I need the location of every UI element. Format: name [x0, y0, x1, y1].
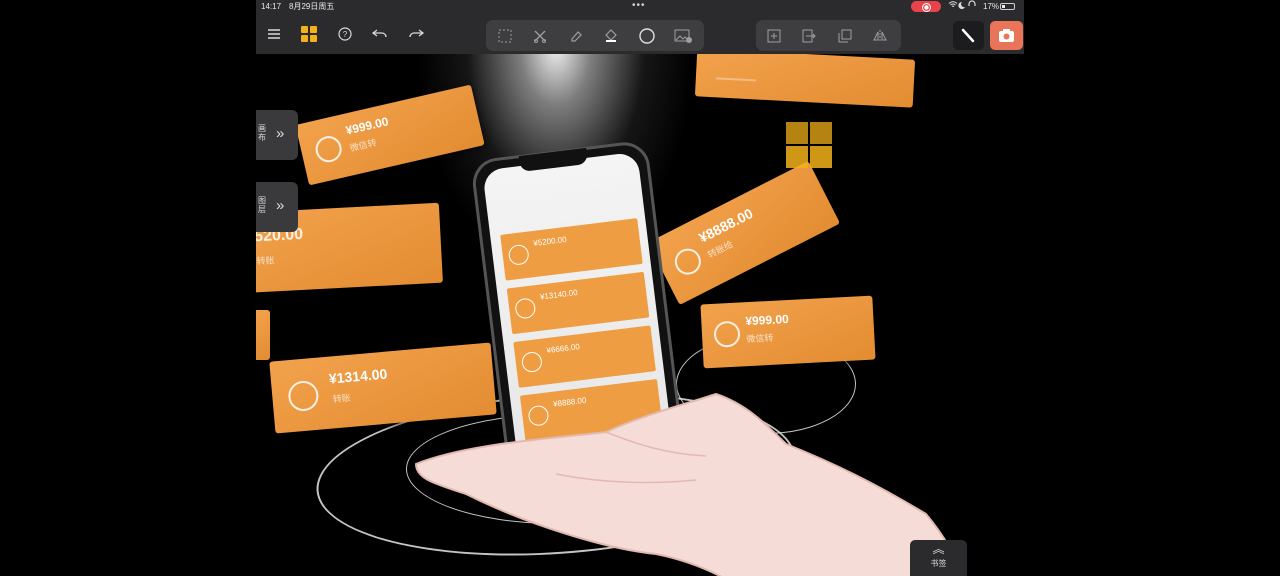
tool-group-page	[756, 20, 901, 51]
system-icons	[948, 0, 978, 13]
chevron-up-icon: ︽	[932, 542, 945, 556]
layers-icon[interactable]	[834, 25, 856, 47]
transfer-icon	[313, 133, 345, 165]
drawing-canvas[interactable]: ¥999.00 微信转 ¥8888.00 转账给 ¥520.00 转账 ¥131…	[256, 54, 1024, 576]
transfer-icon	[670, 244, 706, 280]
bookmark-tab[interactable]: ︽ 书签	[910, 540, 967, 576]
add-page-icon[interactable]	[763, 25, 785, 47]
undo-icon[interactable]	[370, 24, 390, 44]
transfer-icon	[713, 320, 741, 348]
split-icon[interactable]	[798, 25, 820, 47]
bookmark-label: 书签	[930, 559, 947, 568]
logo-icon[interactable]	[299, 24, 319, 44]
side-tab-label: 画布	[258, 124, 266, 142]
card-amount: ¥999.00	[745, 311, 790, 329]
transfer-icon	[287, 379, 320, 413]
side-tab-canvas[interactable]: 画布 »	[256, 110, 298, 160]
side-tab-label: 图层	[258, 196, 266, 214]
screen-record-indicator-icon	[911, 1, 941, 12]
image-insert-icon[interactable]	[672, 25, 694, 47]
card-amount: ¥999.00	[344, 114, 390, 138]
expand-chevron-icon: »	[276, 125, 285, 142]
select-icon[interactable]	[494, 25, 516, 47]
pen-tool-button[interactable]	[953, 21, 984, 50]
battery-icon	[1000, 3, 1015, 10]
logo-sticker-icon	[786, 122, 832, 168]
hand-illustration	[414, 392, 963, 576]
redo-icon[interactable]	[406, 24, 426, 44]
flip-icon[interactable]	[869, 25, 891, 47]
camera-button[interactable]	[990, 21, 1023, 50]
shape-icon[interactable]	[636, 25, 658, 47]
status-time: 14:17	[261, 2, 282, 11]
status-date: 8月29日周五	[289, 2, 335, 11]
pen-icon	[961, 28, 975, 43]
lasso-icon[interactable]	[529, 25, 551, 47]
card-subtitle: 微信转	[746, 332, 774, 345]
menu-icon[interactable]	[264, 24, 284, 44]
transfer-card: ¥999.00 微信转	[700, 295, 876, 369]
card-amount: ¥1314.00	[328, 365, 388, 387]
status-bar: 14:17 8月29日周五 ••• 17%	[256, 0, 1024, 13]
camera-icon	[999, 29, 1014, 42]
phone-card: ¥5200.00	[500, 218, 643, 281]
toolbar: ?	[256, 13, 1024, 54]
phone-card: ¥13140.00	[506, 271, 650, 335]
transfer-card	[694, 54, 916, 108]
help-icon[interactable]: ?	[335, 24, 355, 44]
phone-card: ¥6666.00	[513, 325, 656, 388]
tool-group-edit	[486, 20, 704, 51]
side-tab-layers[interactable]: 图层 »	[256, 182, 298, 232]
multitask-dots-icon[interactable]: •••	[632, 0, 646, 12]
card-subtitle: 转账	[256, 255, 275, 267]
fill-icon[interactable]	[600, 25, 622, 47]
battery-percent: 17%	[983, 2, 1000, 11]
card-subtitle: 微信转	[348, 137, 378, 154]
svg-text:?: ?	[343, 30, 348, 39]
card-subtitle: 转账	[332, 392, 352, 405]
expand-chevron-icon: »	[276, 197, 285, 214]
eraser-icon[interactable]	[565, 25, 587, 47]
transfer-card-edge	[256, 310, 270, 360]
app-screen: 14:17 8月29日周五 ••• 17% ? ¥999.00 微信转 ¥888…	[256, 0, 1024, 576]
